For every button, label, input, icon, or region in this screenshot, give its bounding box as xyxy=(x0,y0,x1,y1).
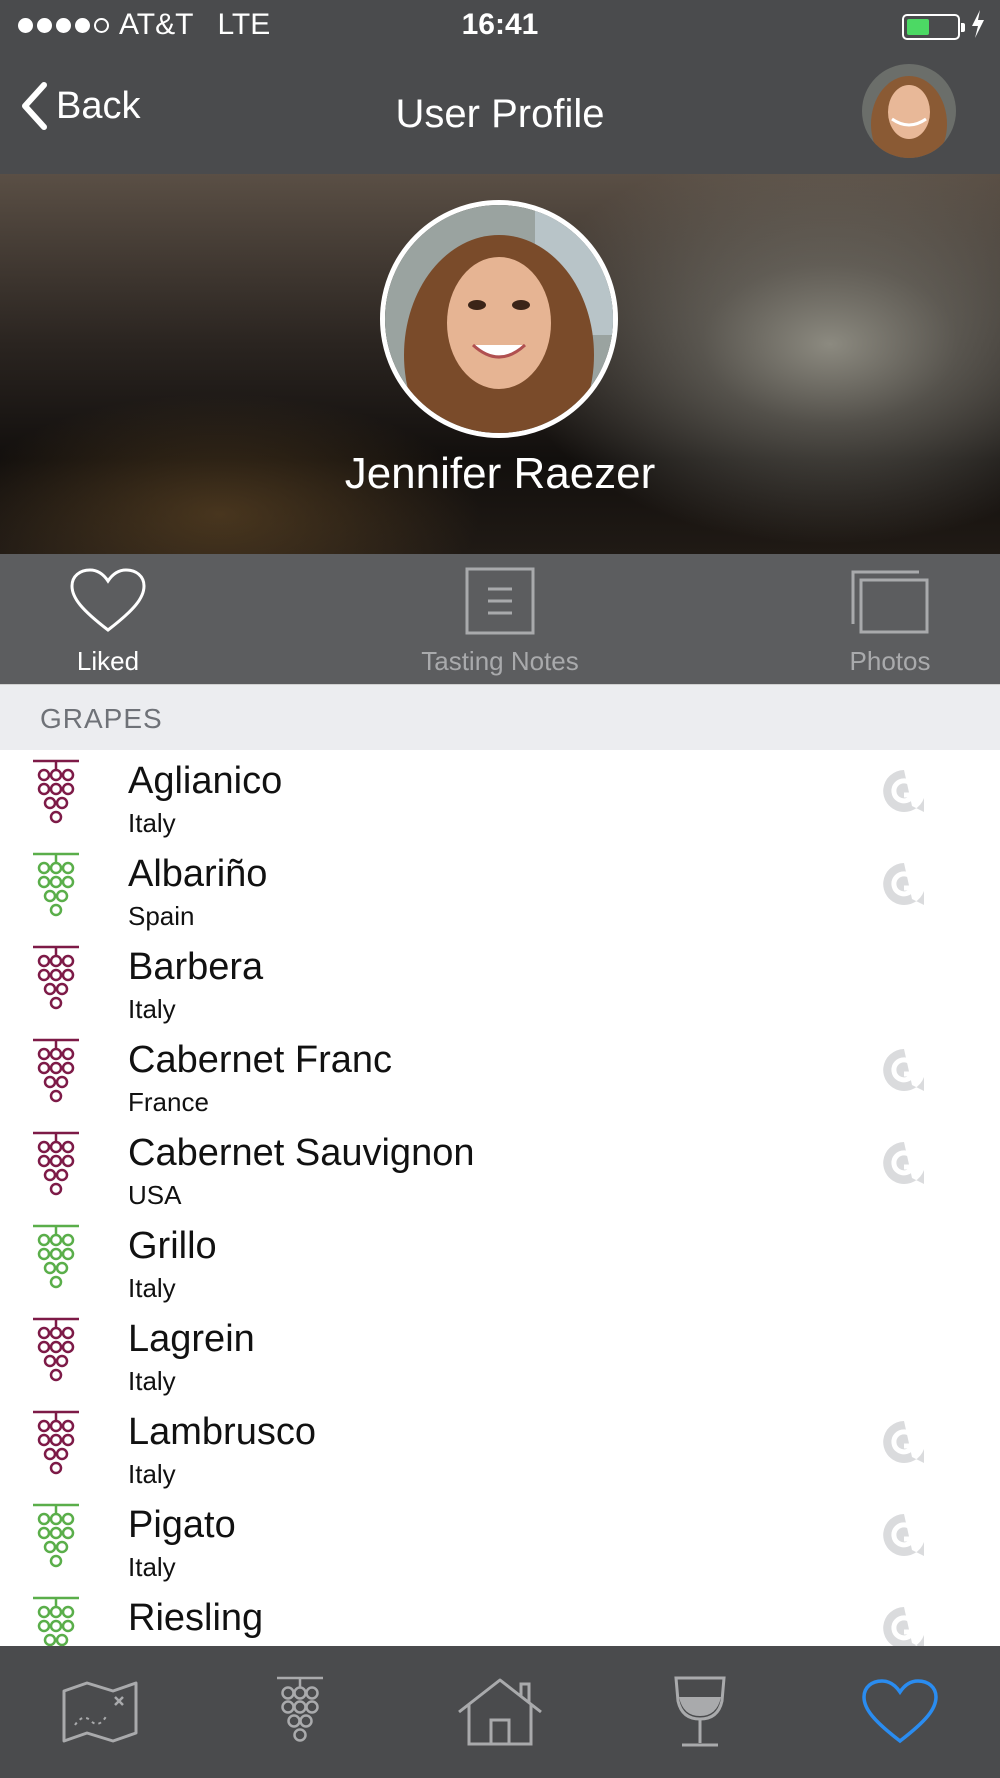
heart-icon xyxy=(70,568,146,632)
grape-name: Cabernet Sauvignon xyxy=(128,1132,475,1174)
grape-name: Lagrein xyxy=(128,1318,255,1360)
list-item[interactable]: Grillo Italy xyxy=(0,1215,1000,1308)
grape-cluster-icon xyxy=(33,1317,79,1382)
list-item[interactable]: Aglianico Italy xyxy=(0,750,1000,843)
list-item[interactable]: Cabernet Sauvignon USA xyxy=(0,1122,1000,1215)
navigation-bar: Back User Profile xyxy=(0,56,1000,174)
grape-cluster-icon xyxy=(33,1131,79,1196)
g-badge-icon xyxy=(883,1142,924,1184)
bottom-tab-bar xyxy=(0,1646,1000,1778)
list-item[interactable]: Lambrusco Italy xyxy=(0,1401,1000,1494)
grape-cluster-icon xyxy=(33,1038,79,1103)
grape-country: Italy xyxy=(128,808,176,838)
g-badge-icon xyxy=(883,1607,924,1646)
grape-country: Italy xyxy=(128,1273,176,1303)
page-title: User Profile xyxy=(395,92,605,136)
grape-country: Italy xyxy=(128,1552,176,1582)
tab-photos-label: Photos xyxy=(849,646,931,676)
g-badge-icon xyxy=(883,1421,924,1463)
g-badge-icon xyxy=(883,863,924,905)
grape-cluster-icon xyxy=(33,1224,79,1289)
grape-name: Albariño xyxy=(128,853,268,895)
profile-header: Jennifer Raezer xyxy=(0,174,1000,554)
status-bar: AT&T LTE 16:41 xyxy=(0,0,1000,56)
list-item[interactable]: Pigato Italy xyxy=(0,1494,1000,1587)
grape-name: Barbera xyxy=(128,946,264,988)
grape-country: Italy xyxy=(128,1366,176,1396)
grape-name: Grillo xyxy=(128,1225,217,1267)
home-icon xyxy=(458,1678,542,1746)
battery-icon xyxy=(902,14,965,40)
heart-icon xyxy=(862,1679,938,1744)
tab-tasting-notes[interactable]: Tasting Notes xyxy=(390,554,610,684)
grape-cluster-icon xyxy=(33,945,79,1010)
g-badge-icon xyxy=(883,770,924,812)
status-time: 16:41 xyxy=(461,8,539,41)
section-header: GRAPES xyxy=(0,684,1000,751)
list-item[interactable]: Cabernet Franc France xyxy=(0,1029,1000,1122)
grapes-icon xyxy=(277,1676,323,1742)
tab-photos[interactable]: Photos xyxy=(820,554,960,684)
tab-map[interactable] xyxy=(0,1646,200,1778)
section-header-label: GRAPES xyxy=(40,703,163,734)
grape-cluster-icon xyxy=(33,852,79,917)
grape-name: Riesling xyxy=(128,1597,264,1639)
list-item[interactable]: Albariño Spain xyxy=(0,843,1000,936)
list-item[interactable]: Lagrein Italy xyxy=(0,1308,1000,1401)
charging-bolt-icon xyxy=(972,10,984,38)
user-avatar[interactable] xyxy=(862,64,956,158)
grape-cluster-icon xyxy=(33,1596,79,1646)
tab-tasting-notes-label: Tasting Notes xyxy=(421,646,579,676)
list-item[interactable]: Riesling xyxy=(0,1587,1000,1646)
g-badge-icon xyxy=(883,1514,924,1556)
grape-name: Lambrusco xyxy=(128,1411,316,1453)
notes-icon xyxy=(465,567,535,635)
grape-cluster-icon xyxy=(33,759,79,824)
grape-list[interactable]: Aglianico Italy Albariño Spain Barbera Italy C… xyxy=(0,750,1000,1646)
grape-name: Aglianico xyxy=(128,760,283,802)
photos-icon xyxy=(851,570,929,634)
grape-country: Spain xyxy=(128,901,195,931)
profile-name: Jennifer Raezer xyxy=(344,449,656,498)
profile-tabs: Liked Tasting Notes Photos xyxy=(0,554,1000,684)
grape-cluster-icon xyxy=(33,1410,79,1475)
tab-liked[interactable]: Liked xyxy=(28,554,188,684)
grape-country: USA xyxy=(128,1180,182,1210)
grape-country: Italy xyxy=(128,1459,176,1489)
tab-wine[interactable] xyxy=(600,1646,800,1778)
grape-country: France xyxy=(128,1087,209,1117)
list-item[interactable]: Barbera Italy xyxy=(0,936,1000,1029)
profile-photo xyxy=(380,200,618,438)
grape-name: Pigato xyxy=(128,1504,236,1546)
grape-cluster-icon xyxy=(33,1503,79,1568)
tab-liked-label: Liked xyxy=(76,646,140,676)
tab-home[interactable] xyxy=(400,1646,600,1778)
map-icon xyxy=(62,1681,138,1743)
wine-glass-icon xyxy=(674,1676,726,1747)
g-badge-icon xyxy=(883,1049,924,1091)
grape-name: Cabernet Franc xyxy=(128,1039,393,1081)
grape-country: Italy xyxy=(128,994,176,1024)
tab-grapes[interactable] xyxy=(200,1646,400,1778)
tab-liked-bottom[interactable] xyxy=(800,1646,1000,1778)
